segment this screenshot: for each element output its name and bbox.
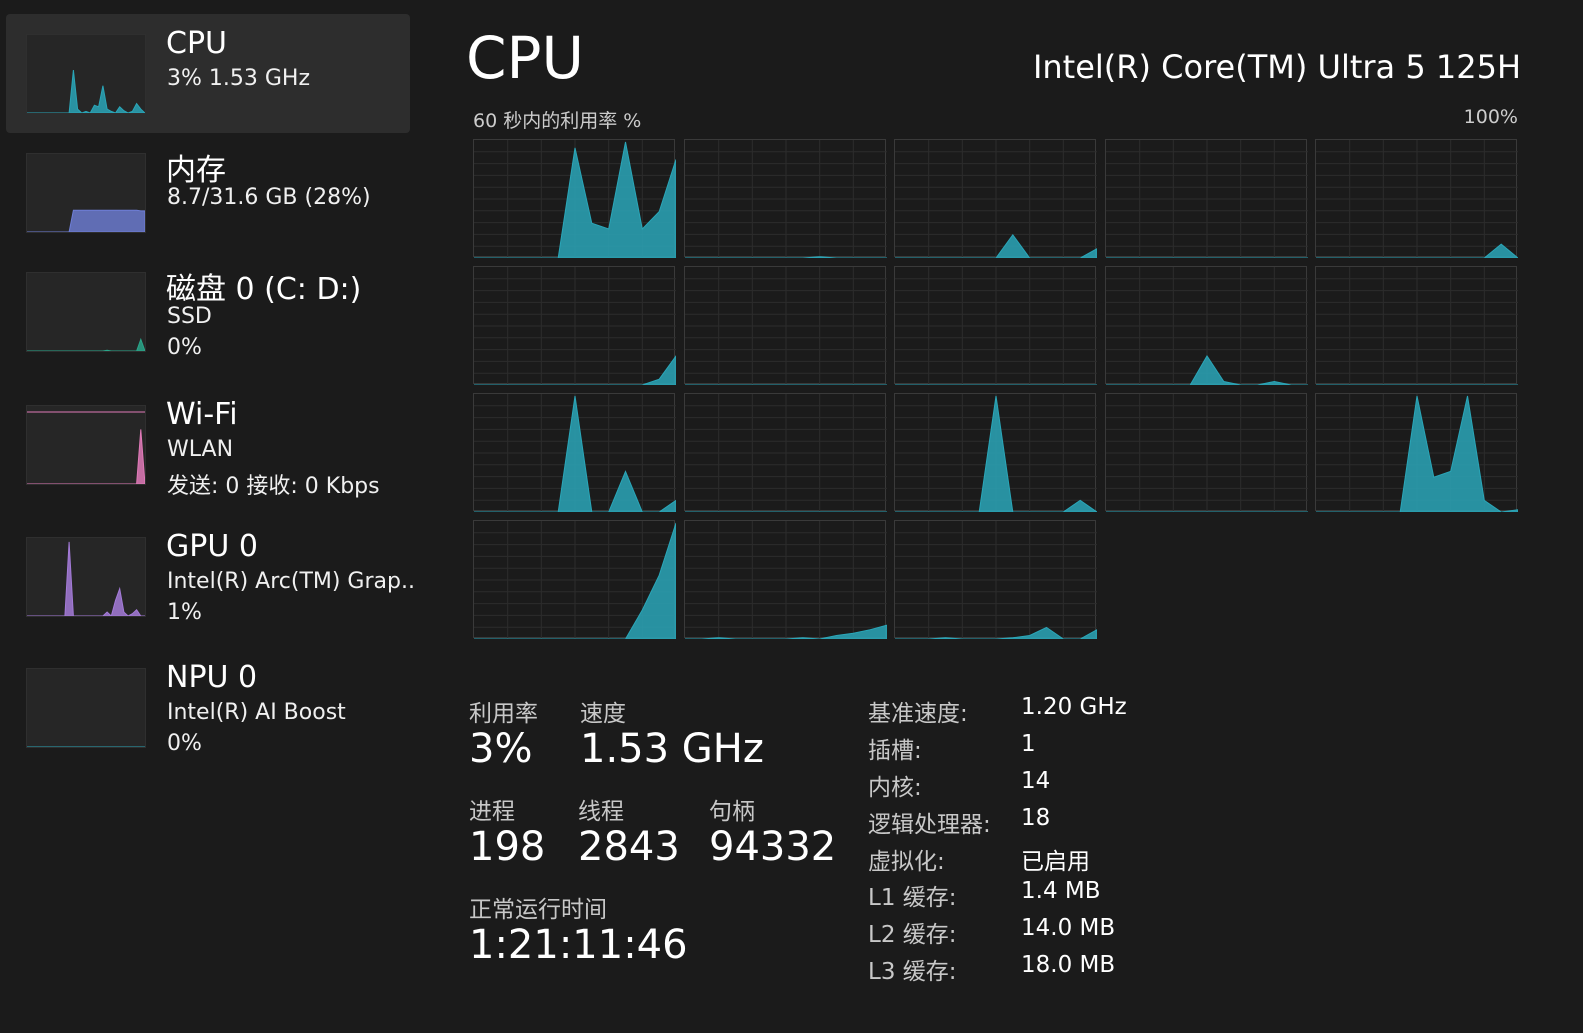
speed-label: 速度 — [580, 701, 626, 727]
core-graph — [473, 266, 676, 385]
core-utilization-area — [1106, 355, 1308, 385]
sidebar-item[interactable]: NPU 0 Intel(R) AI Boost 0% — [6, 648, 410, 767]
sidebar: CPU 3% 1.53 GHz 内存 8.7/31.6 GB (28%) 磁盘 0 (C… — [0, 0, 425, 1033]
uptime-value: 1:21:11:46 — [469, 922, 688, 968]
sidebar-item-subtitle: WLAN — [167, 437, 234, 462]
spec-label: L2 缓存: — [868, 922, 957, 948]
spec-label: 基准速度: — [868, 701, 968, 727]
core-graph — [473, 139, 676, 258]
spec-label: L3 缓存: — [868, 959, 957, 985]
sidebar-item-title: Wi-Fi — [166, 397, 238, 432]
core-graph — [894, 393, 1097, 512]
sidebar-item[interactable]: 磁盘 0 (C: D:) SSD 0% — [6, 252, 410, 371]
sidebar-thumbnail-graph — [26, 668, 146, 748]
sidebar-item-subtitle: SSD — [167, 304, 212, 329]
threads-value: 2843 — [578, 824, 680, 870]
page-title: CPU — [466, 24, 584, 92]
core-graph — [1315, 393, 1518, 512]
core-utilization-area — [474, 395, 676, 512]
sidebar-item[interactable]: CPU 3% 1.53 GHz — [6, 14, 410, 133]
sidebar-item-subtitle: 8.7/31.6 GB (28%) — [167, 185, 371, 210]
sidebar-thumbnail-graph — [26, 153, 146, 233]
spec-value: 1.20 GHz — [1021, 694, 1127, 720]
sidebar-thumbnail-graph — [26, 272, 146, 352]
core-graph — [1315, 139, 1518, 258]
sidebar-item-subtitle: Intel(R) Arc(TM) Grap.. — [167, 569, 415, 594]
core-graph — [473, 393, 676, 512]
threads-label: 线程 — [578, 799, 624, 825]
graph-label: 60 秒内的利用率 % — [473, 110, 642, 132]
sidebar-item[interactable]: Wi-Fi WLAN 发送: 0 接收: 0 Kbps — [6, 385, 410, 504]
uptime-label: 正常运行时间 — [469, 897, 607, 923]
core-graph — [1105, 139, 1308, 258]
main-panel: CPU Intel(R) Core(TM) Ultra 5 125H 60 秒内… — [440, 0, 1570, 1033]
sidebar-item-subtitle: 0% — [167, 335, 202, 360]
sidebar-thumbnail-area — [27, 70, 145, 113]
core-graph — [684, 520, 887, 639]
utilization-label: 利用率 — [469, 701, 538, 727]
core-graph — [684, 266, 887, 385]
core-graph — [894, 266, 1097, 385]
sidebar-item-title: 内存 — [166, 153, 226, 188]
spec-value: 已启用 — [1021, 849, 1090, 875]
graph-max-label: 100% — [1463, 106, 1518, 128]
core-utilization-area — [1316, 395, 1518, 512]
core-utilization-area — [895, 395, 1097, 512]
sidebar-item-title: CPU — [166, 26, 227, 61]
spec-value: 1.4 MB — [1021, 878, 1101, 904]
core-graph — [684, 139, 887, 258]
sidebar-item[interactable]: 内存 8.7/31.6 GB (28%) — [6, 133, 410, 252]
sidebar-item-title: GPU 0 — [166, 529, 258, 564]
core-graph — [894, 139, 1097, 258]
utilization-value: 3% — [469, 726, 533, 772]
core-graph — [894, 520, 1097, 639]
spec-value: 18.0 MB — [1021, 952, 1116, 978]
spec-label: L1 缓存: — [868, 885, 957, 911]
sidebar-thumbnail-area — [27, 541, 145, 616]
sidebar-thumbnail-graph — [26, 537, 146, 617]
processes-label: 进程 — [469, 799, 515, 825]
spec-value: 1 — [1021, 731, 1036, 757]
sidebar-item-subtitle: 1% — [167, 600, 202, 625]
spec-label: 插槽: — [868, 738, 922, 764]
core-graph — [1105, 266, 1308, 385]
spec-value: 18 — [1021, 805, 1051, 831]
spec-label: 内核: — [868, 775, 922, 801]
core-graph — [473, 520, 676, 639]
core-utilization-area — [474, 141, 676, 258]
spec-value: 14.0 MB — [1021, 915, 1116, 941]
sidebar-item-subtitle: 3% 1.53 GHz — [167, 66, 311, 91]
sidebar-thumbnail-area — [27, 337, 145, 351]
core-graph — [684, 393, 887, 512]
processes-value: 198 — [469, 824, 546, 870]
sidebar-item[interactable]: GPU 0 Intel(R) Arc(TM) Grap.. 1% — [6, 517, 415, 636]
core-graph — [1315, 266, 1518, 385]
sidebar-item-subtitle: 0% — [167, 731, 202, 756]
sidebar-thumbnail-area — [27, 429, 145, 484]
sidebar-item-title: 磁盘 0 (C: D:) — [166, 272, 362, 307]
spec-label: 虚拟化: — [868, 849, 945, 875]
sidebar-item-subtitle: Intel(R) AI Boost — [167, 700, 346, 725]
sidebar-item-subtitle: 发送: 0 接收: 0 Kbps — [167, 474, 380, 499]
processor-name: Intel(R) Core(TM) Ultra 5 125H — [1032, 48, 1521, 86]
sidebar-thumbnail-graph — [26, 405, 146, 485]
sidebar-item-title: NPU 0 — [166, 660, 258, 695]
sidebar-thumbnail-graph — [26, 34, 146, 114]
speed-value: 1.53 GHz — [580, 726, 764, 772]
handles-value: 94332 — [709, 824, 837, 870]
sidebar-thumbnail-area — [27, 209, 145, 232]
spec-value: 14 — [1021, 768, 1051, 794]
spec-label: 逻辑处理器: — [868, 812, 991, 838]
core-graph — [1105, 393, 1308, 512]
handles-label: 句柄 — [709, 799, 755, 825]
